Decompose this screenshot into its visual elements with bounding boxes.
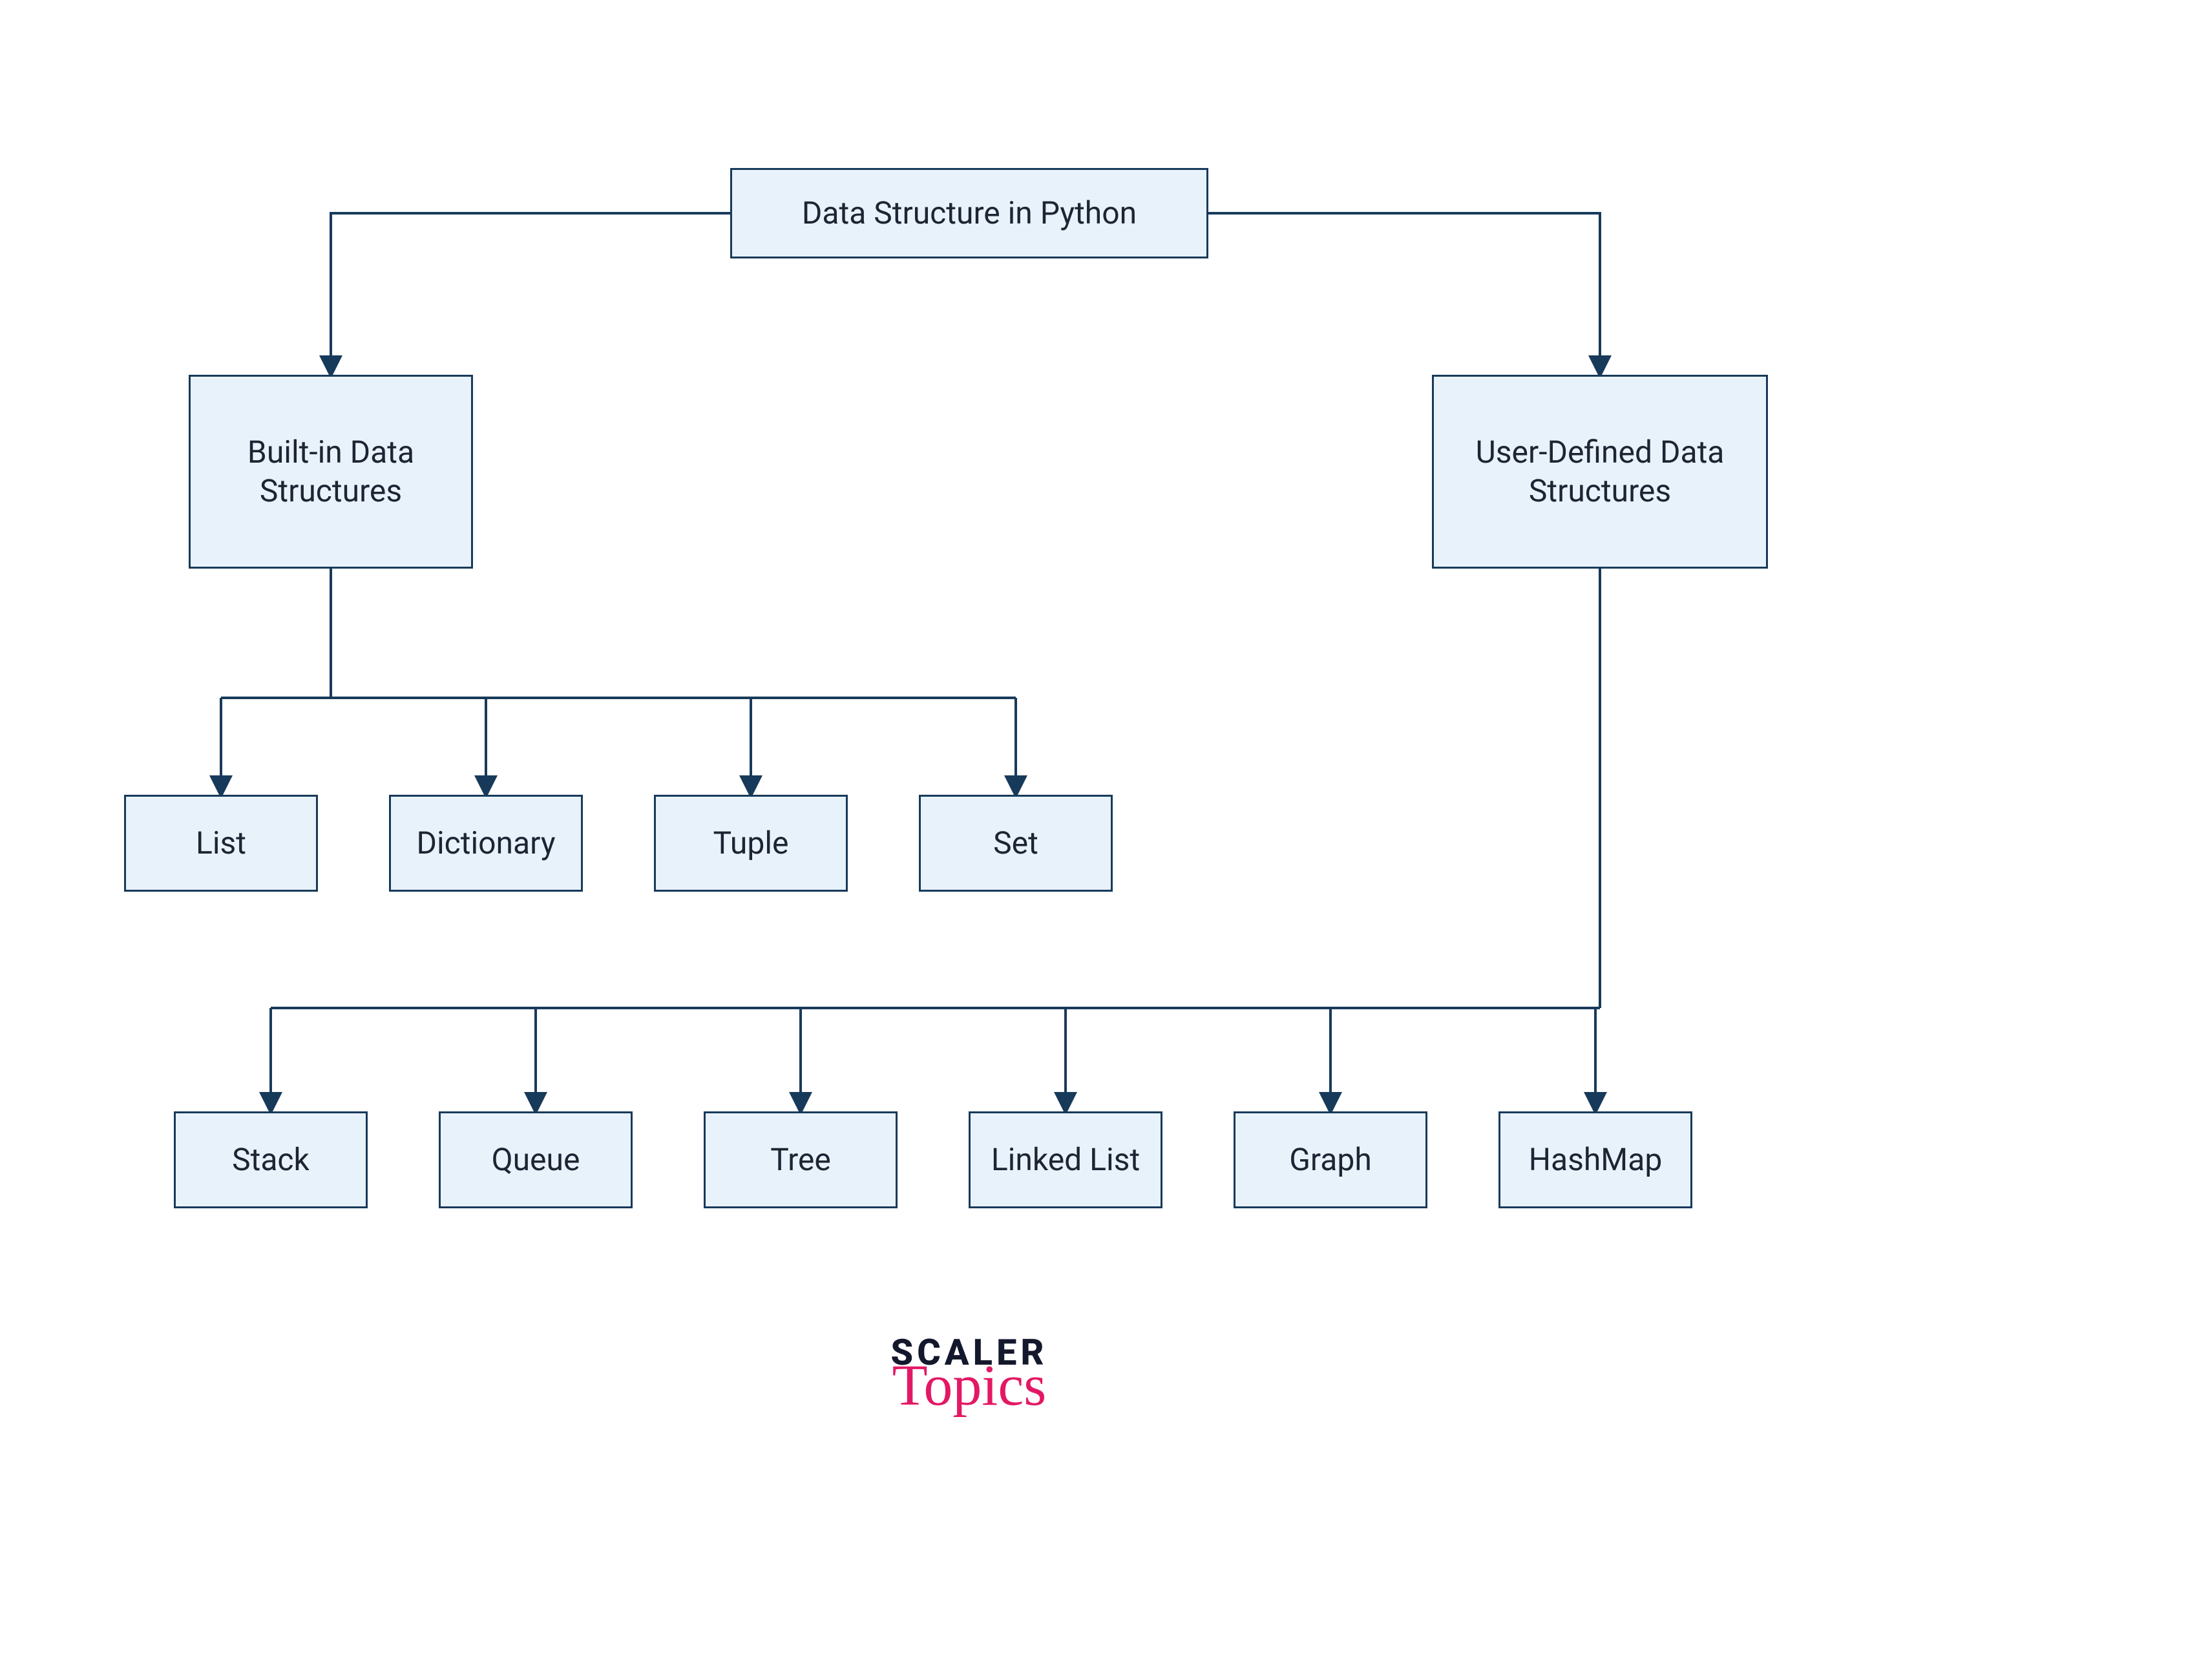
node-set-label: Set — [993, 824, 1038, 863]
node-root: Data Structure in Python — [730, 168, 1208, 258]
node-set: Set — [919, 795, 1113, 892]
node-stack: Stack — [174, 1111, 368, 1208]
node-userdefined: User-Defined Data Structures — [1432, 375, 1768, 569]
node-queue: Queue — [439, 1111, 633, 1208]
node-list-label: List — [196, 824, 246, 863]
node-dictionary-label: Dictionary — [416, 824, 555, 863]
node-tree: Tree — [704, 1111, 898, 1208]
diagram-canvas: Data Structure in Python Built-in Data S… — [0, 0, 2197, 1680]
brand-logo: SCALER Topics — [834, 1331, 1105, 1412]
node-linkedlist: Linked List — [969, 1111, 1162, 1208]
node-userdefined-label: User-Defined Data Structures — [1476, 433, 1725, 510]
node-graph-label: Graph — [1289, 1140, 1372, 1179]
node-builtin: Built-in Data Structures — [189, 375, 473, 569]
node-stack-label: Stack — [232, 1140, 310, 1179]
node-linkedlist-label: Linked List — [991, 1140, 1140, 1179]
node-list: List — [124, 795, 318, 892]
node-builtin-label: Built-in Data Structures — [247, 433, 414, 510]
node-graph: Graph — [1234, 1111, 1427, 1208]
node-tuple: Tuple — [654, 795, 848, 892]
node-tree-label: Tree — [770, 1140, 831, 1179]
node-hashmap: HashMap — [1498, 1111, 1692, 1208]
node-hashmap-label: HashMap — [1529, 1140, 1663, 1179]
brand-logo-line2: Topics — [834, 1360, 1105, 1412]
node-dictionary: Dictionary — [389, 795, 583, 892]
node-root-label: Data Structure in Python — [802, 194, 1137, 233]
node-tuple-label: Tuple — [713, 824, 789, 863]
node-queue-label: Queue — [492, 1140, 580, 1179]
